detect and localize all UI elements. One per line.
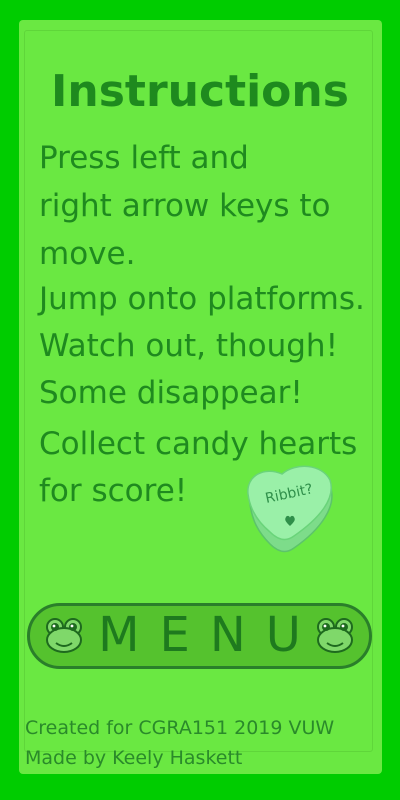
instruction-line: Press left and [39,140,249,176]
candy-heart-icon: Ribbit? [242,464,338,556]
credit-line: Created for CGRA151 2019 VUW [25,717,335,739]
instruction-line: Watch out, though! [39,328,339,364]
instruction-line: Jump onto platforms. [39,281,365,317]
menu-button[interactable]: MENU [27,603,372,669]
page-title: Instructions [51,66,349,117]
frog-face-icon [315,616,355,656]
instruction-line: move. [39,236,136,272]
instruction-line: right arrow keys to [39,188,331,224]
credit-line: Made by Keely Haskett [25,747,243,769]
instruction-line: Some disappear! [39,375,303,411]
instruction-line: for score! [39,473,188,509]
instruction-line: Collect candy hearts [39,426,358,462]
